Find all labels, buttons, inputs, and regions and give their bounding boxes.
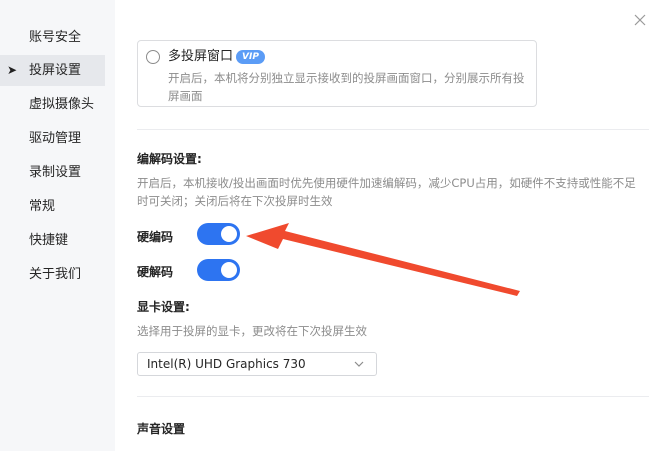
sidebar-item-about-us[interactable]: 关于我们: [0, 259, 105, 290]
sidebar-item-general[interactable]: 常规: [0, 191, 105, 222]
gpu-section-description: 选择用于投屏的显卡，更改将在下次投屏生效: [137, 324, 367, 338]
sidebar: 账号安全 ➤ 投屏设置 虚拟摄像头 驱动管理 录制设置 常规 快捷键 关于我们: [0, 0, 115, 451]
sidebar-item-label: 投屏设置: [29, 63, 82, 78]
sidebar-item-cast-settings[interactable]: ➤ 投屏设置: [0, 55, 105, 86]
sidebar-item-shortcuts[interactable]: 快捷键: [0, 225, 105, 256]
sidebar-item-label: 常规: [29, 199, 56, 214]
codec-section-title: 编解码设置:: [137, 152, 202, 166]
hw-decode-toggle[interactable]: [197, 259, 240, 281]
sidebar-item-driver-management[interactable]: 驱动管理: [0, 123, 105, 154]
codec-section-description: 开启后，本机接收/投出画面时优先使用硬件加速编解码，减少CPU占用，如硬件不支持…: [137, 176, 636, 208]
gpu-select[interactable]: Intel(R) UHD Graphics 730: [137, 352, 377, 376]
settings-window: 账号安全 ➤ 投屏设置 虚拟摄像头 驱动管理 录制设置 常规 快捷键 关于我们: [0, 0, 661, 451]
sidebar-item-recording-settings[interactable]: 录制设置: [0, 157, 105, 188]
multi-cast-option-card: 多投屏窗口 VIP 开启后，本机将分别独立显示接收到的投屏画面窗口，分别展示所有…: [137, 40, 537, 107]
hw-encode-toggle[interactable]: [197, 223, 240, 245]
active-arrow-icon: ➤: [7, 63, 18, 77]
audio-section-title: 声音设置: [137, 422, 186, 436]
close-button[interactable]: [632, 12, 648, 28]
gpu-select-value: Intel(R) UHD Graphics 730: [147, 357, 306, 371]
close-icon: [634, 14, 646, 26]
chevron-down-icon: [354, 361, 364, 367]
sidebar-item-label: 虚拟摄像头: [29, 97, 95, 112]
multi-cast-title: 多投屏窗口: [168, 49, 234, 64]
vip-badge: VIP: [236, 50, 265, 64]
hw-decode-label: 硬解码: [137, 265, 174, 279]
sidebar-item-label: 录制设置: [29, 165, 82, 180]
divider: [137, 396, 649, 397]
divider: [137, 129, 649, 130]
hw-encode-label: 硬编码: [137, 230, 174, 244]
toggle-knob: [221, 262, 237, 278]
sidebar-item-label: 快捷键: [29, 233, 69, 248]
multi-cast-description: 开启后，本机将分别独立显示接收到的投屏画面窗口，分别展示所有投屏画面: [168, 71, 525, 103]
sidebar-item-virtual-camera[interactable]: 虚拟摄像头: [0, 89, 105, 120]
multi-cast-radio[interactable]: [146, 50, 160, 64]
sidebar-item-label: 驱动管理: [29, 131, 82, 146]
gpu-section-title: 显卡设置:: [137, 300, 190, 314]
sidebar-item-label: 关于我们: [29, 267, 82, 282]
sidebar-item-account-security[interactable]: 账号安全: [0, 22, 105, 53]
toggle-knob: [221, 226, 237, 242]
sidebar-item-label: 账号安全: [29, 30, 82, 45]
